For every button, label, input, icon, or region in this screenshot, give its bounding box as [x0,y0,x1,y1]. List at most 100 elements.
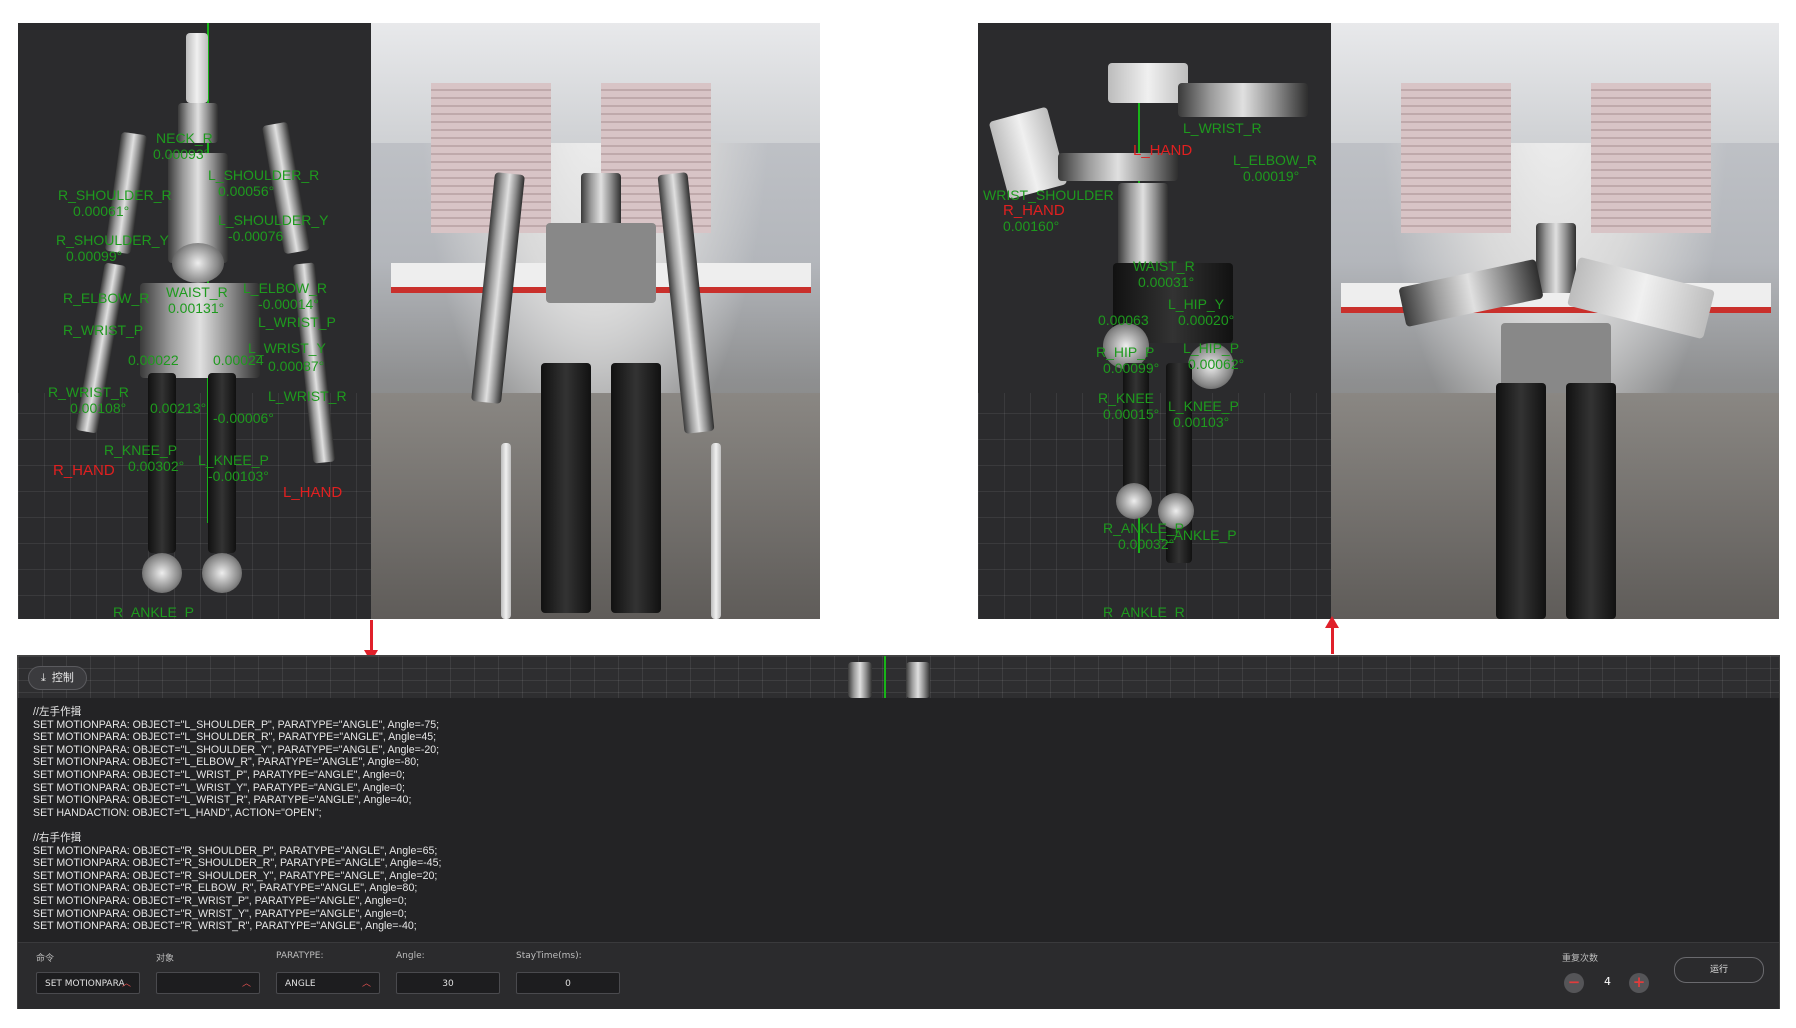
joint-label: 0.00015° [1103,406,1160,422]
joint-label: 0.00020° [1178,312,1235,328]
joint-label: WAIST_R [166,284,228,300]
joint-label: L_WRIST_P [258,314,336,330]
object-select[interactable]: ︿ [156,972,260,994]
angle-input[interactable]: 30 [396,972,500,994]
script-line[interactable]: SET MOTIONPARA: OBJECT="L_WRIST_R", PARA… [33,794,1733,807]
script-editor[interactable]: //左手作揖 SET MOTIONPARA: OBJECT="L_SHOULDER… [33,706,1733,933]
joint-label: R_KNEE_P [104,442,178,458]
joint-label: L_WRIST_R [1183,120,1262,136]
joint-label: 0.00061° [73,203,130,219]
robot-knee-1 [1116,483,1152,519]
joint-label: WAIST_R [1133,258,1195,274]
joint-label: R_ELBOW_R [63,290,150,306]
hand-label: R_HAND [53,462,115,479]
joint-label: 0.00019° [1243,168,1300,184]
robot-waist-joint [172,243,224,283]
joint-label: L_SHOULDER_Y [218,212,329,228]
script-line[interactable]: SET MOTIONPARA: OBJECT="L_SHOULDER_P", P… [33,719,1733,732]
robot-head [186,33,208,103]
hand-label: L_HAND [1133,142,1193,159]
joint-label: 0.00131° [168,300,225,316]
joint-label: 0.00093° [153,146,210,162]
robot-raised-hand [1108,63,1188,103]
control-panel: ⤓ 控制 //左手作揖 SET MOTIONPARA: OBJECT="L_SHOU… [17,655,1780,1009]
joint-label: 0.00099° [66,248,123,264]
joint-label: WRIST_SHOULDER [983,187,1114,203]
joint-label: -0.00076 [228,228,284,244]
joint-label: R_HIP_P [1096,344,1155,360]
script-line[interactable]: SET MOTIONPARA: OBJECT="R_SHOULDER_P", P… [33,845,1733,858]
script-line[interactable]: SET HANDACTION: OBJECT="L_HAND", ACTION=… [33,807,1733,820]
repeat-label: 重复次数 [1562,954,1599,964]
joint-label: R_ANKLE_R [1103,604,1185,620]
joint-label: R_KNEE [1098,390,1155,406]
paratype-select[interactable]: ANGLE ︿ [276,972,380,994]
joint-label: 0.00160° [1003,218,1060,234]
script-line[interactable]: SET MOTIONPARA: OBJECT="R_WRIST_R", PARA… [33,920,1733,933]
joint-label: R_SHOULDER_R [58,187,172,203]
repeat-increment-button[interactable]: + [1629,973,1649,993]
script-line[interactable]: SET MOTIONPARA: OBJECT="L_ELBOW_R", PARA… [33,756,1733,769]
hand-label: R_HAND [1003,202,1065,219]
repeat-decrement-button[interactable]: − [1564,973,1584,993]
control-button-label: 控制 [51,671,74,684]
viewport-right[interactable]: L_WRIST_R L_ELBOW_R WRIST_SHOULDER 0.001… [978,23,1331,619]
joint-label: -0.00103° [208,468,269,484]
script-line[interactable]: SET MOTIONPARA: OBJECT="R_WRIST_Y", PARA… [33,908,1733,921]
staytime-input[interactable]: 0 [516,972,620,994]
robot-left-knee [202,553,242,593]
joint-label: NECK_R [156,130,213,146]
robot-other-hand [988,106,1068,200]
script-line[interactable]: SET MOTIONPARA: OBJECT="R_WRIST_P", PARA… [33,895,1733,908]
chevron-up-icon: ︿ [121,979,131,989]
joint-label: 0.00031° [1138,274,1195,290]
robot-photo-right [1331,23,1779,619]
joint-label: 0.00022 [128,352,179,368]
script-line[interactable]: SET MOTIONPARA: OBJECT="L_WRIST_P", PARA… [33,769,1733,782]
script-line[interactable]: SET MOTIONPARA: OBJECT="L_SHOULDER_Y", P… [33,744,1733,757]
script-line[interactable]: SET MOTIONPARA: OBJECT="R_SHOULDER_R", P… [33,857,1733,870]
staytime-label: StayTime(ms): [516,951,582,961]
joint-label: 0.00213° [150,400,207,416]
joint-label: L_ELBOW_R [1233,152,1318,168]
joint-label: 0.00063 [1098,312,1149,328]
script-line[interactable]: SET MOTIONPARA: OBJECT="R_ELBOW_R", PARA… [33,882,1733,895]
run-button[interactable]: 运行 [1674,957,1764,983]
joint-label: L_HIP_Y [1168,296,1225,312]
control-toggle-button[interactable]: ⤓ 控制 [28,666,87,690]
command-label: 命令 [36,954,55,964]
joint-label: 0.00103° [1173,414,1230,430]
joint-label: L_KNEE_P [198,452,269,468]
hand-label: L_HAND [283,484,343,501]
arrow-down [364,620,378,662]
viewport-strip[interactable] [18,656,1779,698]
command-bar: 命令 SET MOTIONPARA ︿ 对象 ︿ PARATYPE: ANGLE… [18,942,1779,1009]
script-line[interactable]: //右手作揖 [33,832,1733,845]
arrow-up [1325,616,1339,654]
script-line[interactable]: SET MOTIONPARA: OBJECT="R_SHOULDER_Y", P… [33,870,1733,883]
joint-label: R_ANKLE_P [113,604,194,620]
joint-label: 0.00302° [128,458,185,474]
script-line[interactable]: SET MOTIONPARA: OBJECT="L_WRIST_Y", PARA… [33,782,1733,795]
staytime-value: 0 [565,979,571,989]
command-select[interactable]: SET MOTIONPARA ︿ [36,972,140,994]
command-value: SET MOTIONPARA [45,979,125,989]
robot-photo-left [371,23,820,619]
viewport-left[interactable]: NECK_R 0.00093° R_SHOULDER_R 0.00061° L_… [18,23,371,619]
joint-label: R_WRIST_R [48,384,129,400]
joint-label: 0.00108° [70,400,127,416]
object-label: 对象 [156,954,175,964]
chevron-up-icon: ︿ [241,979,251,989]
joint-label: L_WRIST_R [268,388,347,404]
chevron-up-icon: ︿ [361,979,371,989]
script-line[interactable] [33,819,1733,832]
joint-label: 0.00099° [1103,360,1160,376]
joint-label: 0.00087° [268,358,325,374]
joint-label: L_ELBOW_R [243,280,328,296]
joint-label: -0.00006° [213,410,274,426]
script-line[interactable]: //左手作揖 [33,706,1733,719]
joint-label: 0.00024 [213,352,264,368]
robot-right-knee [142,553,182,593]
script-line[interactable]: SET MOTIONPARA: OBJECT="L_SHOULDER_R", P… [33,731,1733,744]
joint-label: -0.00014° [258,296,319,312]
